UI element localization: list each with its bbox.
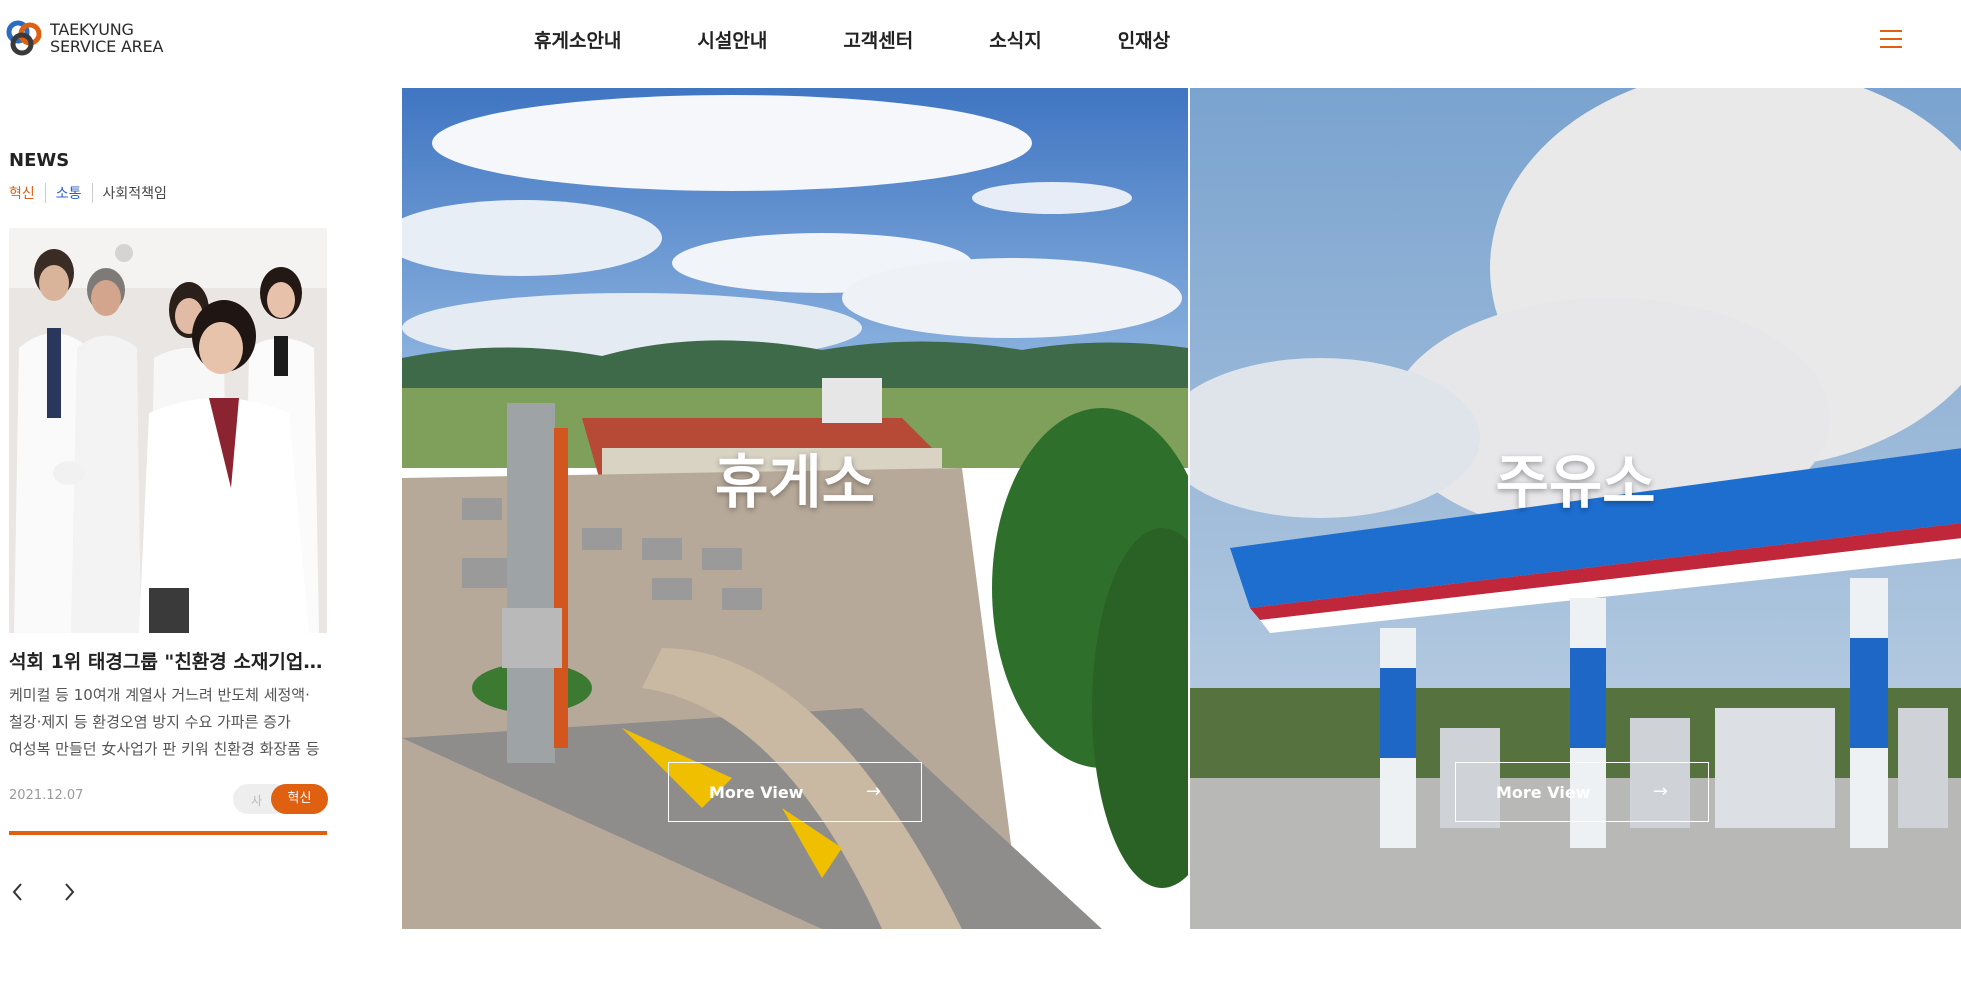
- news-date: 2021.12.07: [9, 788, 84, 803]
- nav-item-newsletter[interactable]: 소식지: [989, 26, 1041, 53]
- news-title: NEWS: [9, 150, 70, 171]
- main-nav: 휴게소안내 시설안내 고객센터 소식지 인재상: [534, 26, 1246, 53]
- category-badge[interactable]: 혁신: [271, 784, 328, 814]
- news-progress-bar: [9, 831, 327, 835]
- more-view-label: More View: [1496, 782, 1591, 802]
- news-tabs: 혁신 소통 사회적책임: [9, 183, 327, 203]
- news-summary-line: 케미컬 등 10여개 계열사 거느려 반도체 세정액·: [9, 686, 310, 704]
- gas-station-label: 주유소: [1495, 448, 1656, 516]
- nav-item-talent[interactable]: 인재상: [1118, 26, 1170, 53]
- news-summary-line: 여성복 만들던 女사업가 판 키워 친환경 화장품 등: [9, 740, 320, 758]
- news-summary-line: 철강·제지 등 환경오염 방지 수요 가파른 증가: [9, 713, 291, 731]
- more-view-label: More View: [709, 782, 804, 802]
- tab-innovation[interactable]: 혁신: [9, 183, 45, 203]
- news-headline[interactable]: 석회 1위 태경그룹 "친환경 소재기업으...: [9, 647, 327, 674]
- rest-area-label: 휴게소: [714, 448, 876, 516]
- news-photo: [9, 228, 327, 633]
- tab-social-responsibility[interactable]: 사회적책임: [91, 183, 177, 203]
- site-header: TAEKYUNG SERVICE AREA 휴게소안내 시설안내 고객센터 소식…: [0, 0, 1961, 70]
- rest-area-more-view-button[interactable]: More View →: [668, 762, 922, 822]
- gas-station-more-view-button[interactable]: More View →: [1455, 762, 1709, 822]
- chevron-right-icon[interactable]: [55, 878, 83, 906]
- logo-text: TAEKYUNG SERVICE AREA: [50, 21, 163, 55]
- nav-item-customer-center[interactable]: 고객센터: [843, 26, 913, 53]
- rest-area-panel[interactable]: 휴게소 More View →: [402, 88, 1188, 929]
- logo-line-2: SERVICE AREA: [50, 37, 164, 56]
- arrow-right-icon: →: [1652, 781, 1668, 802]
- nav-item-rest-area[interactable]: 휴게소안내: [534, 26, 621, 53]
- logo[interactable]: TAEKYUNG SERVICE AREA: [4, 18, 163, 58]
- logo-line-1: TAEKYUNG: [50, 20, 134, 39]
- nav-item-facilities[interactable]: 시설안내: [697, 26, 767, 53]
- gas-station-panel[interactable]: 주유소 More View →: [1188, 88, 1961, 929]
- tab-communication[interactable]: 소통: [44, 183, 92, 203]
- news-image[interactable]: [9, 228, 327, 633]
- chevron-left-icon[interactable]: [5, 878, 33, 906]
- logo-mark-icon: [6, 20, 42, 56]
- hamburger-icon[interactable]: [1880, 30, 1902, 50]
- news-section: NEWS 혁신 소통 사회적책임 석회 1위 태경그룹 "친환경 소재기업으..…: [9, 150, 328, 901]
- news-summary: 케미컬 등 10여개 계열사 거느려 반도체 세정액· 철강·제지 등 환경오염…: [9, 682, 327, 763]
- arrow-right-icon: →: [865, 781, 881, 802]
